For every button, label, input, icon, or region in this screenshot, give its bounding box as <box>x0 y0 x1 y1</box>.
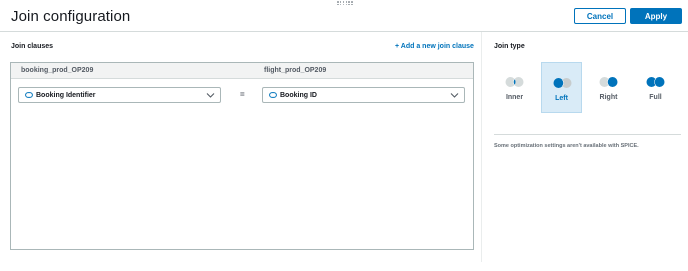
left-table-name: booking_prod_OP209 <box>21 67 94 74</box>
inner-join-icon <box>505 77 524 87</box>
join-type-full[interactable]: Full <box>635 62 676 113</box>
spice-note: Some optimization settings aren't availa… <box>494 143 639 149</box>
join-type-heading: Join type <box>494 43 525 50</box>
join-type-label: Full <box>649 94 662 101</box>
right-field-label: Booking ID <box>280 92 317 99</box>
join-clauses-panel: booking_prod_OP209 flight_prod_OP209 Boo… <box>10 62 474 250</box>
right-table-name: flight_prod_OP209 <box>264 67 327 74</box>
join-operator: = <box>240 90 245 99</box>
join-type-separator <box>494 134 681 135</box>
full-join-icon <box>646 77 665 87</box>
join-type-label: Right <box>599 94 618 101</box>
join-type-inner[interactable]: Inner <box>494 62 535 113</box>
field-icon <box>269 92 277 98</box>
page-title: Join configuration <box>11 8 131 25</box>
panel-divider <box>481 32 482 262</box>
modal-header: Join configuration Cancel Apply <box>0 0 688 32</box>
clause-header-row: booking_prod_OP209 flight_prod_OP209 <box>11 63 473 79</box>
chevron-down-icon <box>450 93 459 98</box>
join-type-label: Inner <box>505 94 524 101</box>
chevron-down-icon <box>206 93 215 98</box>
add-join-clause-link[interactable]: + Add a new join clause <box>395 43 474 50</box>
left-field-select[interactable]: Booking Identifier <box>18 87 221 103</box>
right-field-select[interactable]: Booking ID <box>262 87 465 103</box>
join-type-label: Left <box>555 95 568 102</box>
join-clauses-heading: Join clauses <box>11 43 54 50</box>
join-type-right[interactable]: Right <box>588 62 629 113</box>
join-type-left[interactable]: Left <box>541 62 582 113</box>
cancel-button[interactable]: Cancel <box>574 8 626 24</box>
left-field-label: Booking Identifier <box>36 92 96 99</box>
right-join-icon <box>599 77 618 87</box>
left-join-icon <box>553 78 572 88</box>
apply-button[interactable]: Apply <box>630 8 682 24</box>
field-icon <box>25 92 33 98</box>
